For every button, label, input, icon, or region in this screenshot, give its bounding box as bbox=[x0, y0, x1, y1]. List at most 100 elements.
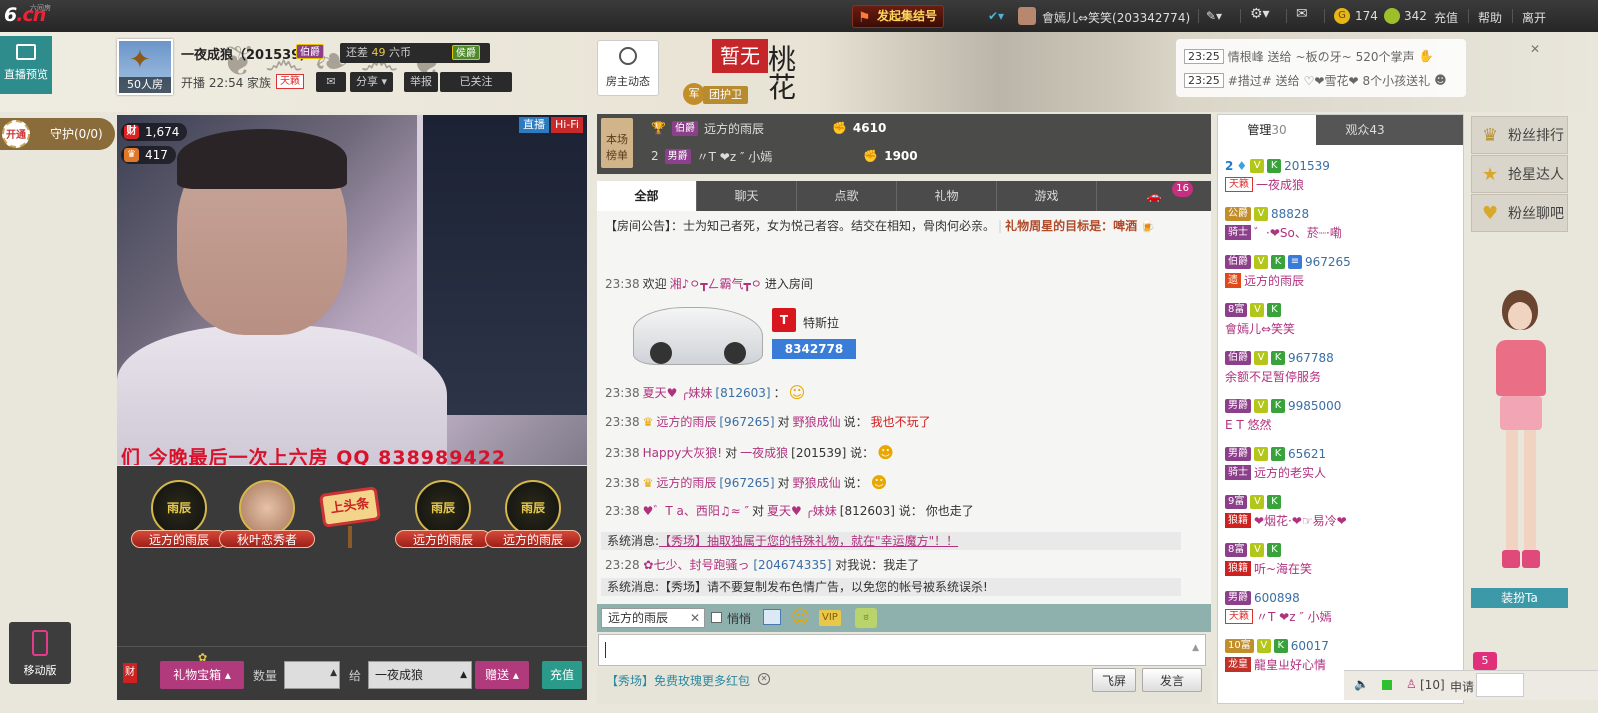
user-row[interactable]: 8富 V K 會嫣儿⇔笑笑 bbox=[1225, 301, 1455, 337]
user-row[interactable]: 男爵 600898 天籁 〃T ❤z ″ 小嫣 bbox=[1225, 589, 1455, 625]
tab-admin[interactable]: 管理30 bbox=[1218, 115, 1316, 145]
headline-sign[interactable]: 上头条 bbox=[318, 486, 382, 528]
star-grab-button[interactable]: ★ 抢星达人 bbox=[1471, 155, 1568, 193]
guard-team-button[interactable]: 团护卫 bbox=[703, 86, 748, 104]
send-message-button[interactable]: 发言 bbox=[1142, 668, 1202, 692]
quantity-label: 数量 bbox=[253, 669, 278, 683]
share-button[interactable]: 分享 ▾ bbox=[350, 72, 394, 92]
user-row[interactable]: 10富 V K 60017 龙皇 龍皇ㄓ好心情 bbox=[1225, 637, 1455, 673]
fan-slot[interactable]: 雨辰 远方的雨辰 bbox=[393, 480, 493, 548]
fly-screen-button[interactable]: 飞屏 bbox=[1092, 668, 1136, 692]
help-link[interactable]: 帮助 bbox=[1478, 9, 1502, 26]
user-row[interactable]: 8富 V K 狼籍 听~海在笑 bbox=[1225, 541, 1455, 577]
fan-slot[interactable]: 雨辰 远方的雨辰 bbox=[483, 480, 583, 548]
host-name[interactable]: 一夜成狼（201539） bbox=[181, 44, 313, 63]
emoji-icon[interactable]: ☺ bbox=[791, 607, 810, 628]
sticker-icon[interactable]: ಠ bbox=[855, 608, 877, 628]
ticker-row: 23:25 #措过# 送给 ♡❤雪花❤ 8个小孩送礼 ☻ bbox=[1184, 69, 1447, 91]
rally-button[interactable]: ⚑ 发起集结号 bbox=[852, 5, 944, 28]
leave-link[interactable]: 离开 bbox=[1522, 9, 1546, 26]
close-icon[interactable]: ✕ bbox=[690, 609, 700, 627]
chat-target-select[interactable]: 远方的雨辰 ✕ bbox=[601, 608, 705, 628]
tab-cars[interactable]: 🚗 16 bbox=[1097, 181, 1211, 211]
mobile-version-button[interactable]: 移动版 bbox=[9, 622, 71, 684]
status-bar: 🔈 ♙ [10] 申请 bbox=[1344, 670, 1598, 700]
tab-chat[interactable]: 聊天 bbox=[697, 181, 797, 211]
tab-gift[interactable]: 礼物 bbox=[897, 181, 997, 211]
edit-icon[interactable]: ✎▾ bbox=[1206, 9, 1222, 23]
live-tag[interactable]: 直播 bbox=[519, 117, 549, 133]
family-tag[interactable]: 天籁 bbox=[276, 74, 304, 89]
promo-link[interactable]: 【秀场】免费玫瑰更多红包 bbox=[606, 672, 750, 689]
fan-slot[interactable]: 秋叶恋秀者 bbox=[217, 480, 317, 548]
apply-button[interactable]: 申请 bbox=[1450, 678, 1474, 695]
fan-slot[interactable]: 雨辰 远方的雨辰 bbox=[129, 480, 229, 548]
status-icon[interactable]: ✔▾ bbox=[988, 9, 1004, 23]
live-preview-button[interactable]: 直播预览 bbox=[0, 36, 52, 94]
host-dynamic-button[interactable]: 房主动态 bbox=[597, 40, 659, 96]
rank-row[interactable]: 🏆 伯爵 远方的雨辰 ✊ 4610 bbox=[651, 117, 886, 139]
next-rank-badge: 侯爵 bbox=[452, 45, 480, 60]
fan-rank-button[interactable]: ♛ 粉丝排行 bbox=[1471, 116, 1568, 154]
user-row[interactable]: 伯爵 V K 967788 余额不足暂停服务 bbox=[1225, 349, 1455, 385]
message-button[interactable]: ✉ bbox=[316, 72, 346, 92]
gift-box-button[interactable]: 礼物宝箱 ▴ bbox=[160, 661, 244, 689]
apply-slot[interactable] bbox=[1476, 673, 1524, 697]
vip-icon[interactable]: VIP bbox=[819, 610, 841, 626]
notification-badge[interactable]: 5 bbox=[1473, 652, 1497, 670]
whisper-label: 悄悄 bbox=[727, 612, 752, 626]
whisper-checkbox[interactable] bbox=[711, 612, 722, 623]
top-bar: 6.cn 六间房 ⚑ 发起集结号 ✔▾ 會嫣儿⇔笑笑(203342774) ✎▾ … bbox=[0, 0, 1598, 32]
send-gift-button[interactable]: 赠送 ▴ bbox=[475, 661, 529, 689]
laugh-emoji: ☻ bbox=[877, 443, 894, 462]
user-row[interactable]: 公爵 V 88828 骑士 ゛·❤So、菸┈·嘞 bbox=[1225, 205, 1455, 241]
rank-row[interactable]: 2 男爵 〃T ❤z ″ 小嫣 ✊ 1900 bbox=[651, 145, 918, 167]
recharge-link[interactable]: 充值 bbox=[1434, 9, 1458, 26]
tab-all[interactable]: 全部 bbox=[597, 181, 697, 211]
rank-board: 本场榜单 🏆 伯爵 远方的雨辰 ✊ 4610 2 男爵 〃T ❤z ″ 小嫣 ✊… bbox=[597, 114, 1211, 174]
user-row[interactable]: 伯爵 V K ≡ 967265 遗远方的雨辰 bbox=[1225, 253, 1455, 289]
settings-icon[interactable]: ⚙▾ bbox=[1250, 6, 1270, 22]
tab-viewers[interactable]: 观众43 bbox=[1316, 115, 1414, 145]
gift-bow-icon: ✿ bbox=[198, 651, 208, 664]
gift-icon: ☻ bbox=[1434, 73, 1447, 87]
image-icon[interactable] bbox=[763, 609, 781, 625]
quantity-input[interactable]: ▲ bbox=[284, 661, 340, 689]
dress-up-avatar[interactable] bbox=[1478, 290, 1564, 580]
family-label: 家族 bbox=[247, 76, 272, 90]
tab-game[interactable]: 游戏 bbox=[997, 181, 1097, 211]
video-stream[interactable]: 们 今晚最后一次上六房 QQ 838989422 bbox=[117, 115, 587, 465]
diamond-icon: ♦ bbox=[1236, 159, 1248, 173]
chevron-up-icon[interactable]: ▲ bbox=[1192, 643, 1199, 653]
user-list-panel: 管理30 观众43 2 ♦ V K 201539 天籁 一夜成狼 公爵 V 88828 骑士 ゛·❤… bbox=[1217, 114, 1464, 704]
chat-input[interactable]: ▲ bbox=[598, 634, 1206, 666]
dress-up-button[interactable]: 装扮Ta bbox=[1471, 588, 1568, 608]
follow-button[interactable]: 已关注 bbox=[440, 72, 512, 92]
close-icon[interactable]: ✕ bbox=[758, 673, 770, 685]
close-icon[interactable]: ✕ bbox=[1530, 42, 1540, 56]
volume-icon[interactable]: 🔈 bbox=[1354, 677, 1369, 691]
recipient-select[interactable]: 一夜成狼 ▲ bbox=[368, 661, 472, 689]
mail-icon[interactable]: ✉ bbox=[1296, 6, 1308, 22]
open-guard-button[interactable]: 开通 bbox=[2, 120, 30, 148]
recharge-button[interactable]: 充值 bbox=[542, 661, 582, 689]
rank-title: 本场榜单 bbox=[601, 118, 633, 168]
room-size: 50人房 bbox=[119, 77, 171, 93]
envelope-icon: ✉ bbox=[326, 75, 336, 88]
user-row[interactable]: 男爵 V K 9985000 E T 悠然 bbox=[1225, 397, 1455, 433]
current-user[interactable]: 會嫣儿⇔笑笑(203342774) bbox=[1042, 9, 1190, 26]
user-row[interactable]: 男爵 V K 65621 骑士 远方的老实人 bbox=[1225, 445, 1455, 481]
guard-bar[interactable]: 开通 守护(0/0) bbox=[0, 118, 115, 150]
chat-log[interactable]: 【房间公告】：士为知己者死，女为悦己者容。结交在相知，骨肉何必亲。 | 礼物周星的目… bbox=[597, 211, 1211, 526]
user-avatar[interactable] bbox=[1018, 7, 1036, 25]
hifi-tag[interactable]: Hi-Fi bbox=[551, 117, 583, 133]
report-button[interactable]: 举报 bbox=[404, 72, 438, 92]
user-row[interactable]: 2 ♦ V K 201539 天籁 一夜成狼 bbox=[1225, 157, 1455, 193]
room-avatar[interactable]: ✦ 50人房 bbox=[117, 39, 173, 95]
car-image bbox=[633, 307, 763, 365]
avatar-figure: ✦ bbox=[129, 45, 151, 75]
fan-chat-button[interactable]: ♥ 粉丝聊吧 bbox=[1471, 194, 1568, 232]
tab-song[interactable]: 点歌 bbox=[797, 181, 897, 211]
user-row[interactable]: 9富 V K 狼籍 ❤烟花·❤☞易冷❤ bbox=[1225, 493, 1455, 529]
tesla-logo: T bbox=[772, 308, 796, 332]
